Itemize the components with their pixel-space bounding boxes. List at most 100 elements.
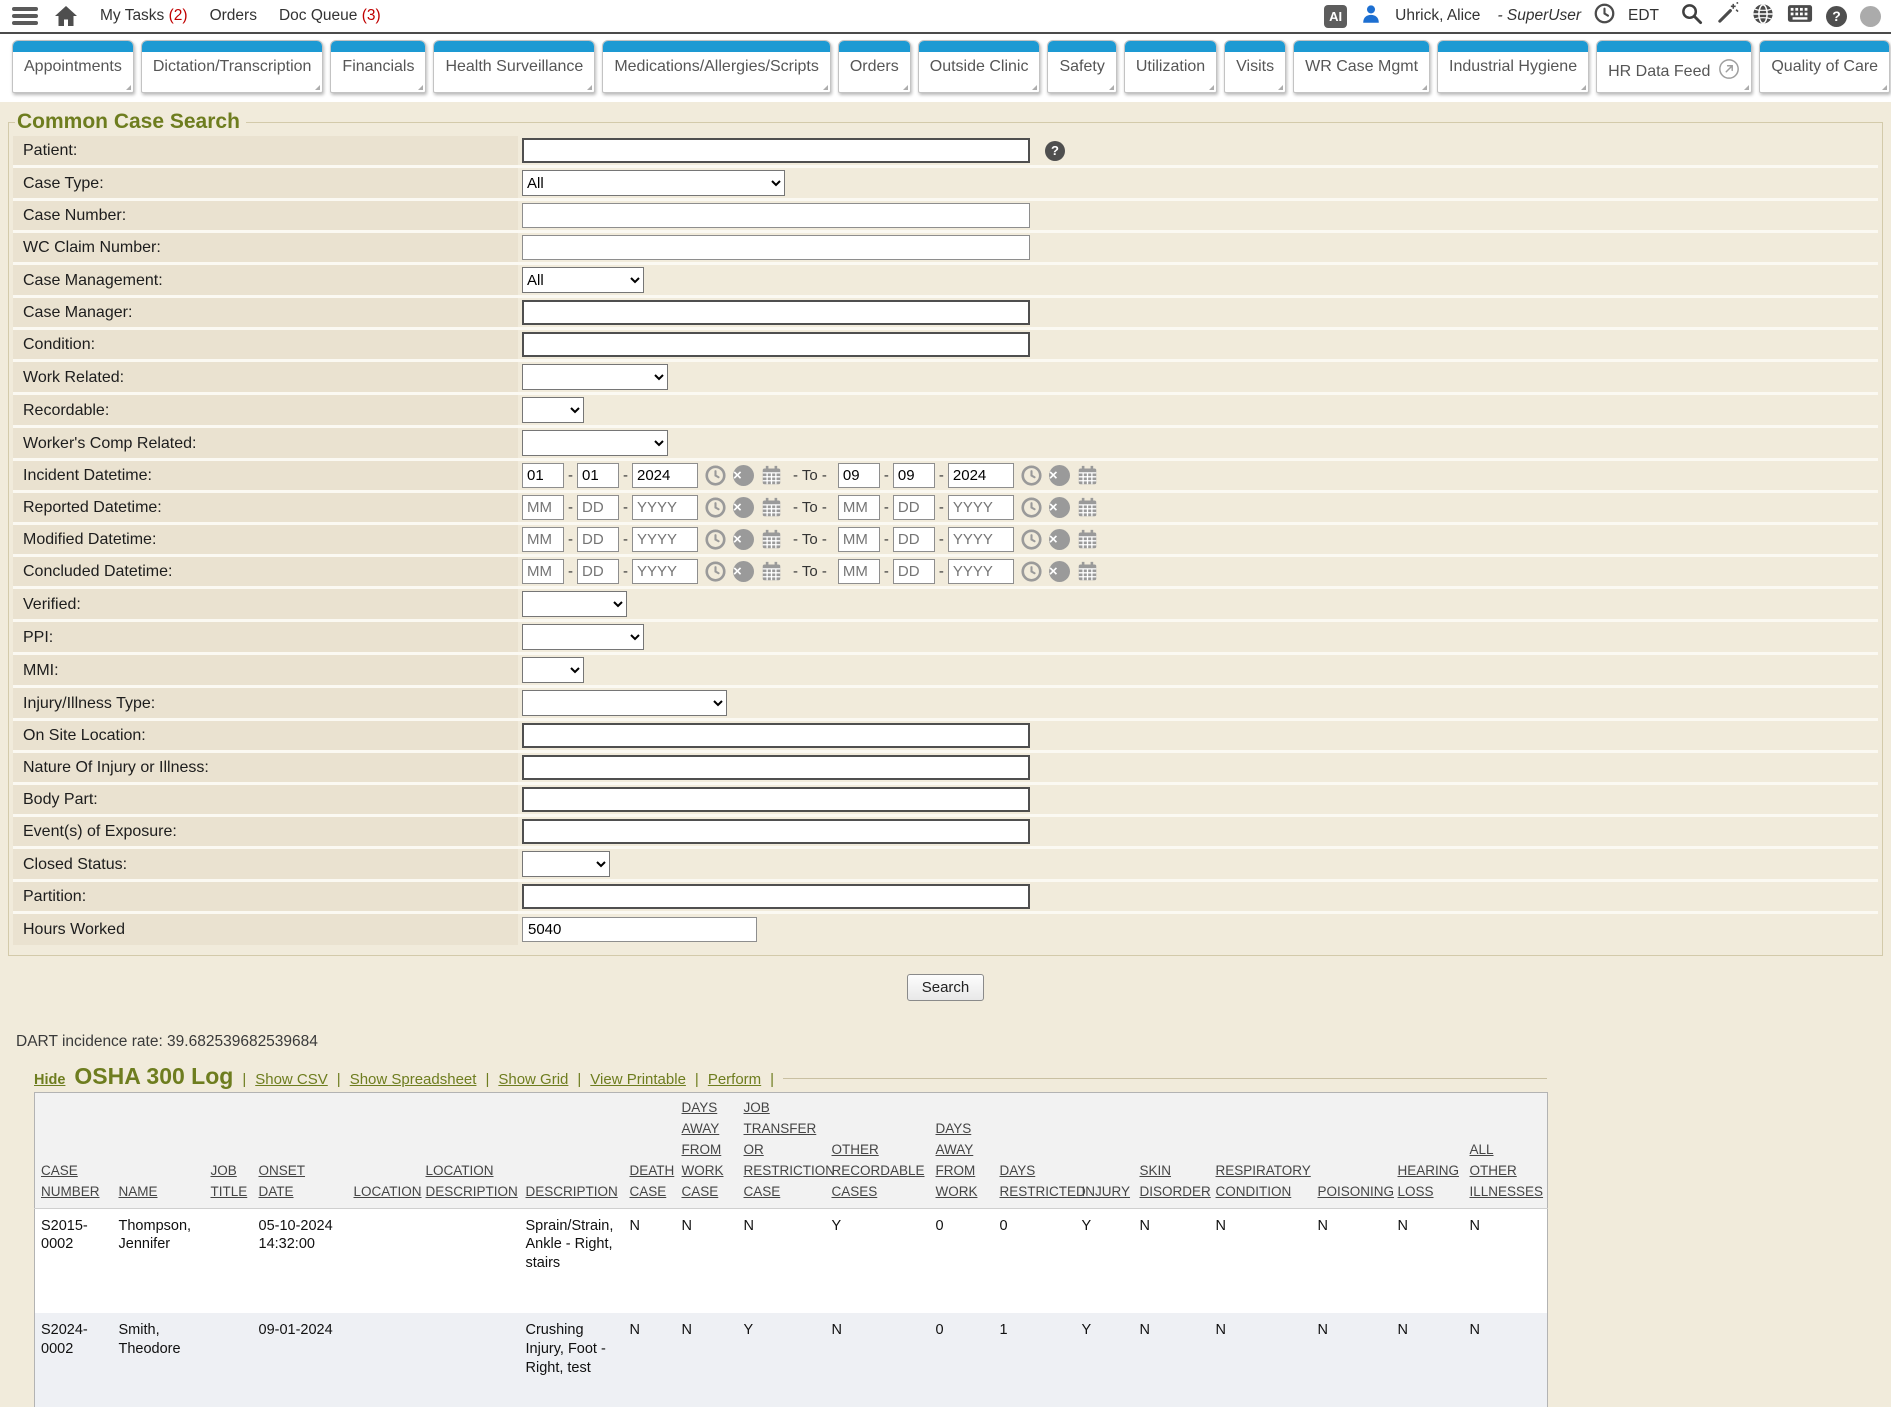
reported-to-day-input[interactable] [893, 495, 935, 520]
concluded-from-year-input[interactable] [632, 559, 698, 584]
modified-to-day-input[interactable] [893, 527, 935, 552]
reported-from-day-input[interactable] [577, 495, 619, 520]
incident-to-month-input[interactable] [838, 463, 880, 488]
calendar-icon[interactable] [761, 529, 782, 550]
work-related-select[interactable] [522, 364, 668, 390]
tab-hr-data-feed[interactable]: HR Data Feed [1596, 40, 1752, 93]
nav-doc-queue[interactable]: Doc Queue (3) [279, 7, 381, 25]
home-icon[interactable] [54, 5, 78, 27]
tab-appointments[interactable]: Appointments [12, 40, 134, 93]
col-description[interactable]: DESCRIPTION [520, 1093, 624, 1209]
concluded-to-year-input[interactable] [948, 559, 1014, 584]
tab-industrial-hygiene[interactable]: Industrial Hygiene [1437, 40, 1589, 93]
col-hearing-loss[interactable]: HEARING LOSS [1392, 1093, 1464, 1209]
tab-health-surveillance[interactable]: Health Surveillance [433, 40, 595, 93]
col-location-description[interactable]: LOCATION DESCRIPTION [420, 1093, 520, 1209]
col-onset-date[interactable]: ONSET DATE [253, 1093, 348, 1209]
col-location[interactable]: LOCATION [348, 1093, 420, 1209]
col-all-other-illnesses[interactable]: ALL OTHER ILLNESSES [1464, 1093, 1548, 1209]
col-job-title[interactable]: JOB TITLE [205, 1093, 253, 1209]
col-other-recordable-cases[interactable]: OTHER RECORDABLE CASES [826, 1093, 930, 1209]
nav-orders[interactable]: Orders [210, 7, 257, 25]
case-management-select[interactable]: All [522, 267, 644, 293]
clear-date-icon[interactable]: × [733, 561, 754, 582]
case-manager-input[interactable] [522, 300, 1030, 325]
time-picker-icon[interactable] [1021, 465, 1042, 486]
modified-from-year-input[interactable] [632, 527, 698, 552]
tab-outside-clinic[interactable]: Outside Clinic [918, 40, 1041, 93]
tab-financials[interactable]: Financials [330, 40, 426, 93]
body-part-input[interactable] [522, 787, 1030, 812]
partition-input[interactable] [522, 884, 1030, 909]
time-picker-icon[interactable] [705, 529, 726, 550]
clear-date-icon[interactable]: × [1049, 465, 1070, 486]
col-name[interactable]: NAME [113, 1093, 205, 1209]
hours-worked-input[interactable] [522, 917, 757, 942]
closed-status-select[interactable] [522, 851, 610, 877]
calendar-icon[interactable] [761, 465, 782, 486]
time-picker-icon[interactable] [705, 497, 726, 518]
show-grid-link[interactable]: Show Grid [498, 1071, 568, 1088]
mmi-select[interactable] [522, 657, 584, 683]
concluded-from-day-input[interactable] [577, 559, 619, 584]
on-site-location-input[interactable] [522, 723, 1030, 748]
concluded-to-day-input[interactable] [893, 559, 935, 584]
concluded-to-month-input[interactable] [838, 559, 880, 584]
view-printable-link[interactable]: View Printable [590, 1071, 686, 1088]
col-days-away-from-work[interactable]: DAYS AWAY FROM WORK [930, 1093, 994, 1209]
tab-utilization[interactable]: Utilization [1124, 40, 1217, 93]
profile-placeholder-icon[interactable] [1860, 6, 1881, 27]
nature-of-injury-input[interactable] [522, 755, 1030, 780]
col-respiratory-condition[interactable]: RESPIRATORY CONDITION [1210, 1093, 1312, 1209]
patient-help-icon[interactable]: ? [1045, 141, 1065, 161]
injury-illness-type-select[interactable] [522, 690, 727, 716]
keyboard-icon[interactable] [1787, 4, 1813, 28]
tab-dictation-transcription[interactable]: Dictation/Transcription [141, 40, 324, 93]
col-days-restricted[interactable]: DAYS RESTRICTED [994, 1093, 1076, 1209]
search-icon[interactable] [1680, 2, 1703, 30]
reported-to-year-input[interactable] [948, 495, 1014, 520]
calendar-icon[interactable] [761, 561, 782, 582]
search-button[interactable]: Search [907, 974, 985, 1001]
tab-safety[interactable]: Safety [1047, 40, 1116, 93]
nav-my-tasks[interactable]: My Tasks (2) [100, 7, 188, 25]
clear-date-icon[interactable]: × [1049, 529, 1070, 550]
col-skin-disorder[interactable]: SKIN DISORDER [1134, 1093, 1210, 1209]
clear-date-icon[interactable]: × [733, 529, 754, 550]
concluded-from-month-input[interactable] [522, 559, 564, 584]
reported-from-year-input[interactable] [632, 495, 698, 520]
calendar-icon[interactable] [1077, 561, 1098, 582]
patient-input[interactable] [522, 138, 1030, 163]
time-picker-icon[interactable] [705, 561, 726, 582]
show-spreadsheet-link[interactable]: Show Spreadsheet [350, 1071, 477, 1088]
verified-select[interactable] [522, 591, 627, 617]
incident-from-year-input[interactable] [632, 463, 698, 488]
col-case-number[interactable]: CASE NUMBER [35, 1093, 113, 1209]
ppi-select[interactable] [522, 624, 644, 650]
calendar-icon[interactable] [1077, 465, 1098, 486]
time-picker-icon[interactable] [1021, 497, 1042, 518]
col-death-case[interactable]: DEATH CASE [624, 1093, 676, 1209]
modified-from-day-input[interactable] [577, 527, 619, 552]
col-poisoning[interactable]: POISONING [1312, 1093, 1392, 1209]
workers-comp-related-select[interactable] [522, 430, 668, 456]
time-picker-icon[interactable] [1021, 529, 1042, 550]
reported-from-month-input[interactable] [522, 495, 564, 520]
time-picker-icon[interactable] [705, 465, 726, 486]
reported-to-month-input[interactable] [838, 495, 880, 520]
incident-from-month-input[interactable] [522, 463, 564, 488]
col-injury[interactable]: INJURY [1076, 1093, 1134, 1209]
incident-to-day-input[interactable] [893, 463, 935, 488]
hide-link[interactable]: Hide [34, 1072, 65, 1088]
tab-quality-of-care[interactable]: Quality of Care [1759, 40, 1890, 93]
events-of-exposure-input[interactable] [522, 819, 1030, 844]
case-type-select[interactable]: All [522, 170, 785, 196]
wand-icon[interactable] [1716, 2, 1739, 30]
globe-icon[interactable] [1752, 3, 1774, 30]
ai-badge[interactable]: AI [1324, 5, 1347, 28]
user-icon[interactable] [1360, 3, 1382, 30]
tab-visits[interactable]: Visits [1224, 40, 1286, 93]
col-days-away-from-work-case[interactable]: DAYS AWAY FROM WORK CASE [676, 1093, 738, 1209]
condition-input[interactable] [522, 332, 1030, 357]
wc-claim-number-input[interactable] [522, 235, 1030, 260]
